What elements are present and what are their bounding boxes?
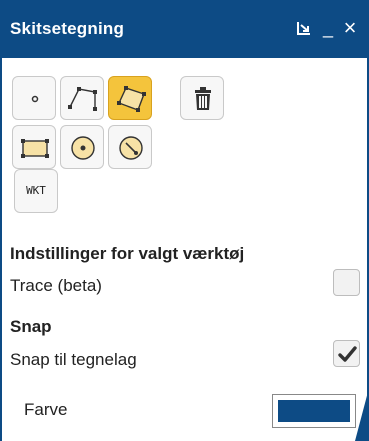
delete-button[interactable] [180, 76, 224, 120]
circle-tool-button[interactable] [60, 125, 104, 169]
close-button[interactable]: × [340, 14, 360, 42]
point-icon [31, 95, 39, 103]
color-label: Farve [24, 400, 68, 419]
trash-icon [195, 87, 211, 110]
panel-titlebar[interactable]: Skitsetegning _ × [0, 0, 369, 58]
snap-heading: Snap [10, 317, 52, 336]
minimize-button[interactable]: _ [318, 14, 338, 42]
polygon-tool-button[interactable] [108, 76, 152, 120]
polygon-icon [117, 86, 146, 112]
snap-label: Snap til tegnelag [10, 350, 137, 369]
point-tool-button[interactable] [12, 76, 56, 120]
radius-circle-icon [119, 136, 143, 160]
panel-title: Skitsetegning [10, 19, 125, 38]
trace-label: Trace (beta) [10, 276, 102, 295]
color-swatch-fill [278, 400, 350, 422]
color-picker[interactable] [272, 394, 356, 428]
rectangle-icon [21, 139, 49, 158]
rectangle-tool-button[interactable] [12, 125, 56, 169]
polyline-icon [68, 87, 97, 111]
trace-checkbox[interactable] [333, 269, 360, 296]
snap-checkbox[interactable] [333, 340, 360, 367]
circle-icon [71, 136, 95, 160]
dock-icon[interactable] [294, 14, 314, 42]
tool-settings-heading: Indstillinger for valgt værktøj [10, 244, 245, 263]
radius-circle-tool-button[interactable] [108, 125, 152, 169]
line-tool-button[interactable] [60, 76, 104, 120]
resize-corner-icon[interactable] [355, 388, 369, 441]
sketch-panel: Skitsetegning _ × WKT Indstillinger for … [0, 0, 369, 441]
checkmark-icon [338, 346, 357, 362]
panel-body: WKT Indstillinger for valgt værktøj Trac… [0, 58, 369, 441]
wkt-button[interactable]: WKT [14, 169, 58, 213]
